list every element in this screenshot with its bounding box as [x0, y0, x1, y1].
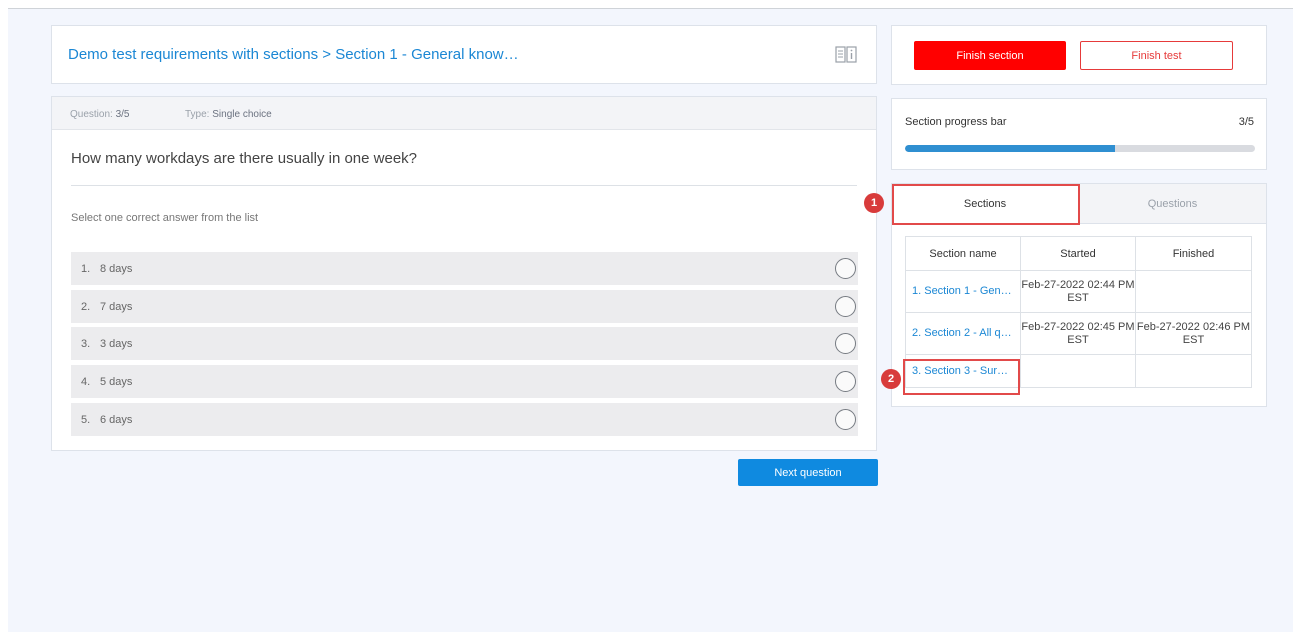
progress-label: Section progress bar	[905, 116, 1007, 128]
option-number: 1.	[81, 263, 91, 275]
option-label: 5 days	[100, 376, 133, 388]
breadcrumb[interactable]: Demo test requirements with sections > S…	[68, 46, 519, 63]
finished-cell	[1135, 354, 1252, 388]
question-panel: Question: 3/5 Type: Single choice How ma…	[51, 96, 877, 451]
question-text: How many workdays are there usually in o…	[71, 150, 418, 167]
progress-bar	[905, 145, 1255, 152]
section-name-link[interactable]: 1. Section 1 - Gen…	[905, 270, 1021, 313]
finished-cell: Feb-27-2022 02:46 PM EST	[1135, 312, 1252, 355]
tab-sections[interactable]: Sections	[892, 184, 1079, 224]
finished-cell	[1135, 270, 1252, 313]
table-row: 3. Section 3 - Sur…	[905, 354, 1252, 388]
question-meta-bar: Question: 3/5 Type: Single choice	[52, 97, 876, 130]
radio-button[interactable]	[835, 296, 856, 317]
table-row: 2. Section 2 - All q… Feb-27-2022 02:45 …	[905, 312, 1252, 355]
tab-questions[interactable]: Questions	[1079, 184, 1266, 224]
answer-option-2[interactable]: 2. 7 days	[71, 290, 858, 323]
column-header-finished: Finished	[1135, 236, 1252, 271]
section-name-link[interactable]: 3. Section 3 - Sur…	[905, 354, 1021, 388]
option-number: 5.	[81, 414, 91, 426]
next-question-button[interactable]: Next question	[738, 459, 878, 486]
progress-bar-fill	[905, 145, 1115, 152]
radio-button[interactable]	[835, 371, 856, 392]
test-header-panel: Demo test requirements with sections > S…	[51, 25, 877, 84]
book-icon[interactable]	[835, 45, 857, 65]
radio-button[interactable]	[835, 333, 856, 354]
step-marker-1: 1	[864, 193, 884, 213]
radio-button[interactable]	[835, 258, 856, 279]
question-number: Question: 3/5	[70, 109, 130, 120]
table-row: 1. Section 1 - Gen… Feb-27-2022 02:44 PM…	[905, 270, 1252, 313]
answer-option-3[interactable]: 3. 3 days	[71, 327, 858, 360]
answer-option-1[interactable]: 1. 8 days	[71, 252, 858, 285]
answer-option-5[interactable]: 5. 6 days	[71, 403, 858, 436]
started-cell: Feb-27-2022 02:44 PM EST	[1020, 270, 1136, 313]
section-progress-panel: Section progress bar 3/5	[891, 98, 1267, 170]
sections-table: Section name Started Finished 1. Section…	[905, 236, 1252, 388]
option-label: 8 days	[100, 263, 133, 275]
column-header-section-name: Section name	[905, 236, 1021, 271]
section-name-link[interactable]: 2. Section 2 - All q…	[905, 312, 1021, 355]
progress-count: 3/5	[1238, 116, 1254, 128]
option-label: 6 days	[100, 414, 133, 426]
finish-test-button[interactable]: Finish test	[1080, 41, 1233, 70]
question-type: Type: Single choice	[185, 109, 272, 120]
action-panel: Finish section Finish test	[891, 25, 1267, 85]
column-header-started: Started	[1020, 236, 1136, 271]
started-cell	[1020, 354, 1136, 388]
answer-instruction: Select one correct answer from the list	[71, 212, 259, 224]
started-cell: Feb-27-2022 02:45 PM EST	[1020, 312, 1136, 355]
option-number: 2.	[81, 301, 91, 313]
step-marker-2: 2	[881, 369, 901, 389]
option-number: 3.	[81, 338, 91, 350]
radio-button[interactable]	[835, 409, 856, 430]
option-number: 4.	[81, 376, 91, 388]
option-label: 3 days	[100, 338, 133, 350]
divider	[71, 185, 857, 186]
sections-panel: Sections Questions Section name Started …	[891, 183, 1267, 407]
answer-option-4[interactable]: 4. 5 days	[71, 365, 858, 398]
tab-bar: Sections Questions	[892, 184, 1266, 224]
finish-section-button[interactable]: Finish section	[914, 41, 1066, 70]
table-header-row: Section name Started Finished	[905, 236, 1252, 271]
option-label: 7 days	[100, 301, 133, 313]
